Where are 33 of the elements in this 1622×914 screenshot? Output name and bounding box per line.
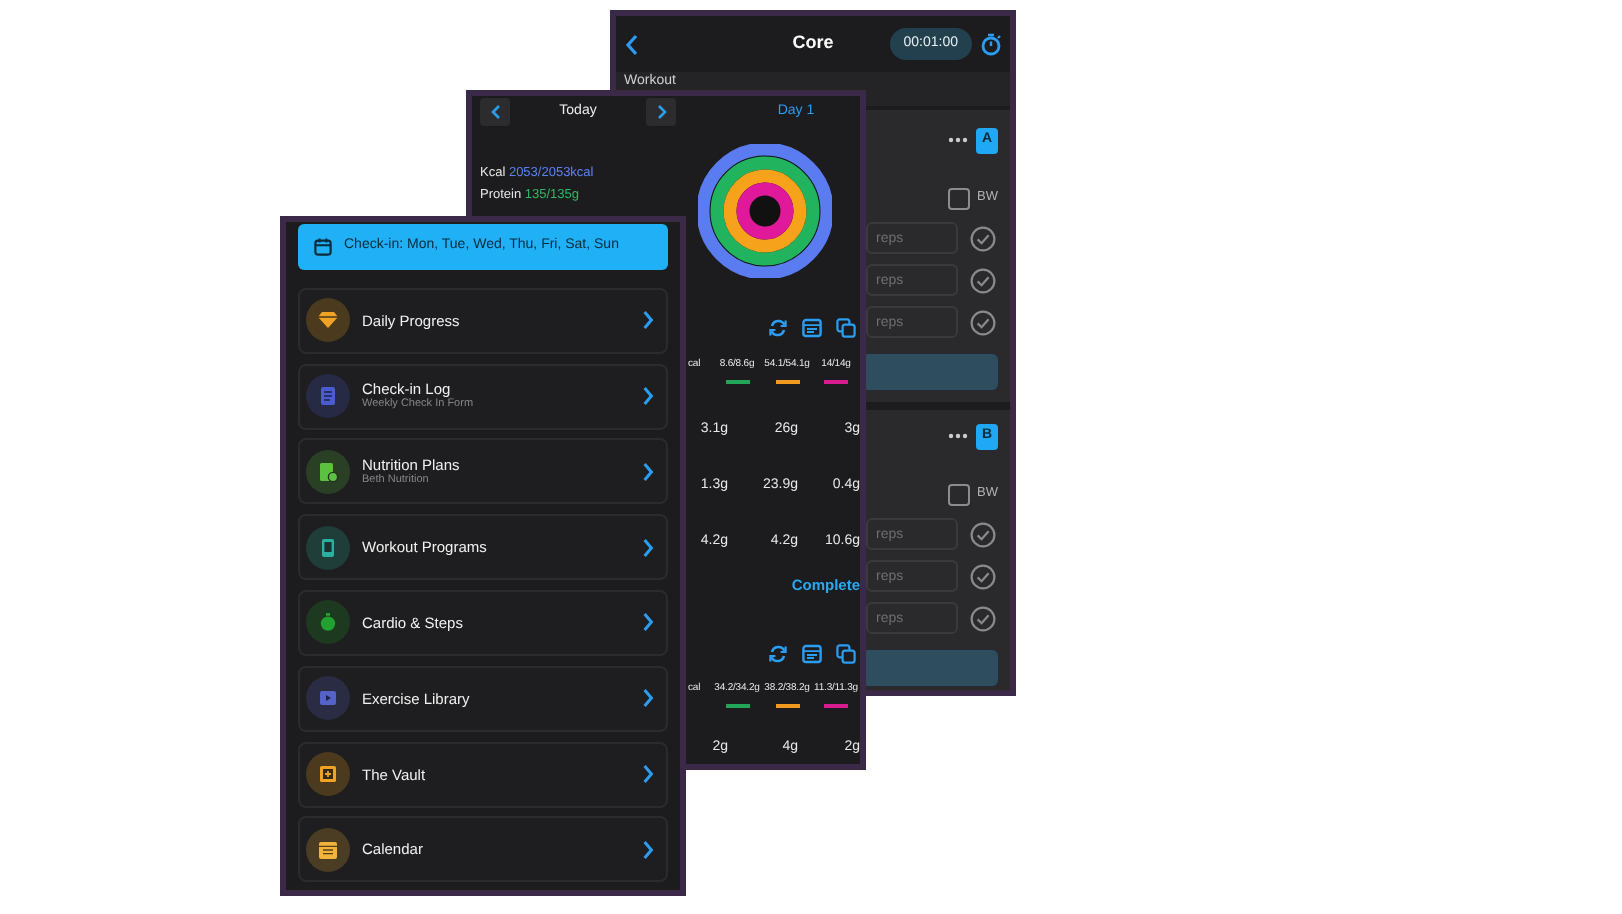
back-icon[interactable] xyxy=(624,33,640,55)
chevron-right-icon xyxy=(642,537,654,558)
check-circle-icon[interactable] xyxy=(970,309,996,335)
sync-icon[interactable] xyxy=(768,644,788,664)
more-icon[interactable] xyxy=(948,136,968,144)
chevron-right-icon xyxy=(642,764,654,785)
calendar-icon[interactable] xyxy=(802,644,822,664)
checkbox[interactable] xyxy=(947,483,970,505)
copy-icon[interactable] xyxy=(836,318,856,338)
chevron-right-icon xyxy=(642,688,654,709)
screen-title: Core xyxy=(792,30,834,57)
check-circle-icon[interactable] xyxy=(970,521,996,547)
chevron-right-icon xyxy=(642,461,654,482)
rings-drawing xyxy=(698,144,832,278)
next-button[interactable] xyxy=(646,98,676,126)
chevron-right-icon xyxy=(655,104,667,120)
check-circle-icon[interactable] xyxy=(970,267,996,293)
chevron-right-icon xyxy=(642,839,654,860)
check-circle-icon[interactable] xyxy=(970,605,996,631)
copy-icon[interactable] xyxy=(836,644,856,664)
chevron-left-icon xyxy=(489,104,501,120)
chevron-right-icon xyxy=(642,310,654,331)
check-circle-icon[interactable] xyxy=(970,225,996,251)
check-circle-icon[interactable] xyxy=(970,563,996,589)
chevron-right-icon xyxy=(642,612,654,633)
stopwatch-icon[interactable] xyxy=(980,32,1002,56)
calendar-icon[interactable] xyxy=(802,318,822,338)
previous-button[interactable] xyxy=(480,98,510,126)
sync-icon[interactable] xyxy=(768,318,788,338)
more-icon[interactable] xyxy=(948,432,968,440)
chevron-right-icon xyxy=(642,386,654,407)
calendar-icon xyxy=(314,238,332,256)
checkbox[interactable] xyxy=(947,187,970,209)
